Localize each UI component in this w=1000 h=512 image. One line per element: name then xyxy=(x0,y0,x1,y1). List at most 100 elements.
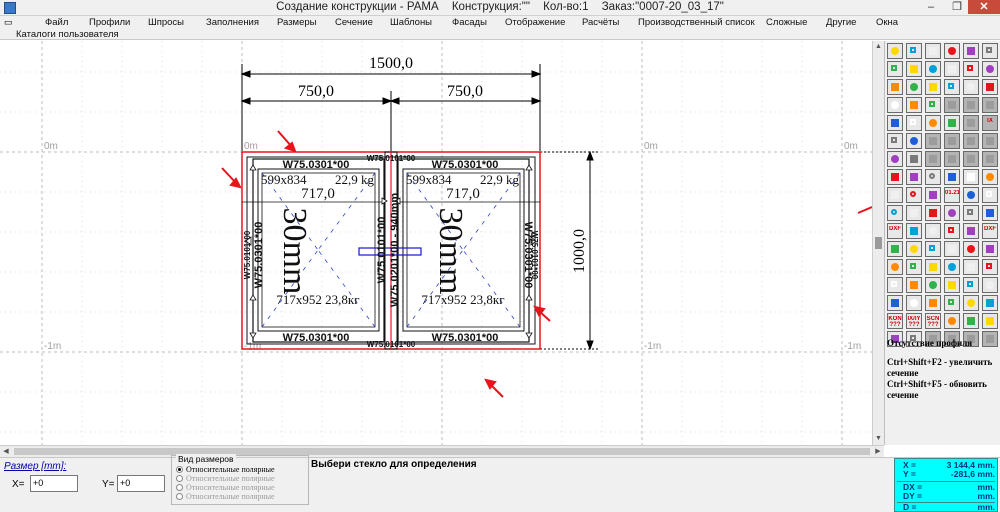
tool-grid-icon[interactable] xyxy=(887,79,903,95)
tool-frame-icon[interactable]: IX/IY ??? xyxy=(906,313,922,329)
tool-move-icon[interactable] xyxy=(925,277,941,293)
menu-templates[interactable]: Шаблоны xyxy=(390,17,432,28)
system-menu-icon[interactable]: ▭ xyxy=(4,17,13,28)
tool-measure-icon[interactable] xyxy=(944,79,960,95)
tool-layer-icon[interactable] xyxy=(982,241,998,257)
minimize-button[interactable]: – xyxy=(920,0,942,14)
tool-copy-icon[interactable] xyxy=(944,61,960,77)
tool-grid-icon[interactable] xyxy=(887,241,903,257)
tool-arc-icon[interactable] xyxy=(944,97,960,113)
vertical-scrollbar[interactable]: ▲ ▼ xyxy=(872,41,884,445)
tool-delete-icon[interactable] xyxy=(982,169,998,185)
tool-grid-icon[interactable] xyxy=(887,295,903,311)
tool-hinge-icon[interactable] xyxy=(906,277,922,293)
tool-mirror-icon[interactable] xyxy=(963,61,979,77)
tool-move-icon[interactable] xyxy=(925,115,941,131)
tool-delete-icon[interactable] xyxy=(982,277,998,293)
tool-hinge-icon[interactable] xyxy=(906,61,922,77)
tool-delete-icon[interactable] xyxy=(982,61,998,77)
scroll-down-icon[interactable]: ▼ xyxy=(873,433,884,445)
tool-move-icon[interactable] xyxy=(925,169,941,185)
tool-info-icon[interactable] xyxy=(963,241,979,257)
tool-layer-icon[interactable] xyxy=(982,79,998,95)
tool-mirror-icon[interactable] xyxy=(963,169,979,185)
horizontal-scroll-thumb[interactable] xyxy=(14,448,870,455)
menu-muntins[interactable]: Шпросы xyxy=(148,17,184,28)
tool-move-icon[interactable] xyxy=(925,223,941,239)
tool-sash-icon[interactable] xyxy=(963,259,979,275)
tool-arc-icon[interactable] xyxy=(944,259,960,275)
radio-dimension-option-1[interactable]: Относительные полярные xyxy=(176,465,275,474)
maximize-button[interactable]: ❐ xyxy=(946,0,968,14)
tool-zoom-icon[interactable] xyxy=(925,295,941,311)
tool-layer-icon[interactable] xyxy=(982,133,998,149)
tool-pencil-icon[interactable] xyxy=(887,259,903,275)
menu-other[interactable]: Другие xyxy=(826,17,856,28)
tool-glass-icon[interactable] xyxy=(982,205,998,221)
tool-layer-icon[interactable] xyxy=(982,187,998,203)
horizontal-scrollbar[interactable]: ◀ ▶ xyxy=(0,445,884,457)
tool-section-icon[interactable] xyxy=(906,133,922,149)
left-glass-code[interactable]: 30mm xyxy=(276,208,313,295)
tool-copy-icon[interactable] xyxy=(944,169,960,185)
tool-info-icon[interactable] xyxy=(963,133,979,149)
tool-frame-icon[interactable] xyxy=(906,259,922,275)
tool-handle-icon[interactable] xyxy=(887,115,903,131)
tool-glass-icon[interactable] xyxy=(982,259,998,275)
tool-info-icon[interactable] xyxy=(963,79,979,95)
tool-measure-icon[interactable] xyxy=(944,295,960,311)
dim-total-width[interactable]: 1500,0 xyxy=(369,55,413,72)
tool-section-icon[interactable] xyxy=(906,187,922,203)
construction-drawing[interactable]: 0m -1m 0m -1m 0m -1m 0m -1m 1500,0 750,0… xyxy=(0,41,872,445)
close-button[interactable]: ✕ xyxy=(968,0,1000,14)
tool-impost-icon[interactable] xyxy=(925,205,941,221)
tool-hinge-icon[interactable] xyxy=(906,223,922,239)
radio-dimension-option-3[interactable]: Относительные полярные xyxy=(176,483,275,492)
tool-grid-icon[interactable] xyxy=(887,133,903,149)
tool-handle-icon[interactable] xyxy=(887,61,903,77)
tool-zoom-icon[interactable] xyxy=(925,79,941,95)
tool-pencil-icon[interactable] xyxy=(887,97,903,113)
tool-handle-icon[interactable] xyxy=(887,277,903,293)
scroll-up-icon[interactable]: ▲ xyxy=(873,41,884,53)
tool-pencil-icon[interactable] xyxy=(887,151,903,167)
menu-fillings[interactable]: Заполнения xyxy=(206,17,259,28)
tool-grid-icon[interactable] xyxy=(887,187,903,203)
drawing-canvas[interactable]: 0m -1m 0m -1m 0m -1m 0m -1m 1500,0 750,0… xyxy=(0,41,872,445)
radio-dimension-option-2[interactable]: Относительные полярные xyxy=(176,474,275,483)
tool-delete-icon[interactable]: IX xyxy=(982,115,998,131)
tool-zoom-icon[interactable] xyxy=(925,133,941,149)
tool-frame-icon[interactable] xyxy=(906,97,922,113)
menu-facades[interactable]: Фасады xyxy=(452,17,487,28)
tool-sash-icon[interactable] xyxy=(963,205,979,221)
menu-dimensions[interactable]: Размеры xyxy=(277,17,316,28)
tool-measure-icon[interactable] xyxy=(944,241,960,257)
tool-move-icon[interactable] xyxy=(925,61,941,77)
tool-section-icon[interactable] xyxy=(906,241,922,257)
tool-mirror-icon[interactable] xyxy=(963,277,979,293)
tool-handle-icon[interactable] xyxy=(887,169,903,185)
tool-section-icon[interactable] xyxy=(906,295,922,311)
scroll-right-icon[interactable]: ▶ xyxy=(872,446,884,457)
menu-calculations[interactable]: Расчёты xyxy=(582,17,619,28)
tool-pencil-icon[interactable]: KON ??? xyxy=(887,313,903,329)
menu-complex[interactable]: Сложные xyxy=(766,17,807,28)
vertical-scroll-thumb[interactable] xyxy=(875,237,882,249)
tool-copy-icon[interactable] xyxy=(944,115,960,131)
tool-zoom-icon[interactable] xyxy=(925,241,941,257)
tool-sash-icon[interactable] xyxy=(963,97,979,113)
tool-sash-icon[interactable] xyxy=(963,151,979,167)
tool-section-icon[interactable] xyxy=(906,79,922,95)
y-size-input[interactable]: +0 xyxy=(117,475,165,492)
tool-measure-icon[interactable] xyxy=(944,133,960,149)
scroll-left-icon[interactable]: ◀ xyxy=(0,446,12,457)
tool-pencil-icon[interactable] xyxy=(887,205,903,221)
menu-file[interactable]: Файл xyxy=(45,17,68,28)
menu-section[interactable]: Сечение xyxy=(335,17,373,28)
tool-measure-icon[interactable]: 01.219 xyxy=(944,187,960,203)
tool-info-icon[interactable] xyxy=(963,295,979,311)
menu-user-catalogs[interactable]: Каталоги пользователя xyxy=(16,29,119,40)
menu-windows[interactable]: Окна xyxy=(876,17,898,28)
tool-zoom-icon[interactable] xyxy=(925,187,941,203)
x-size-input[interactable]: +0 xyxy=(30,475,78,492)
